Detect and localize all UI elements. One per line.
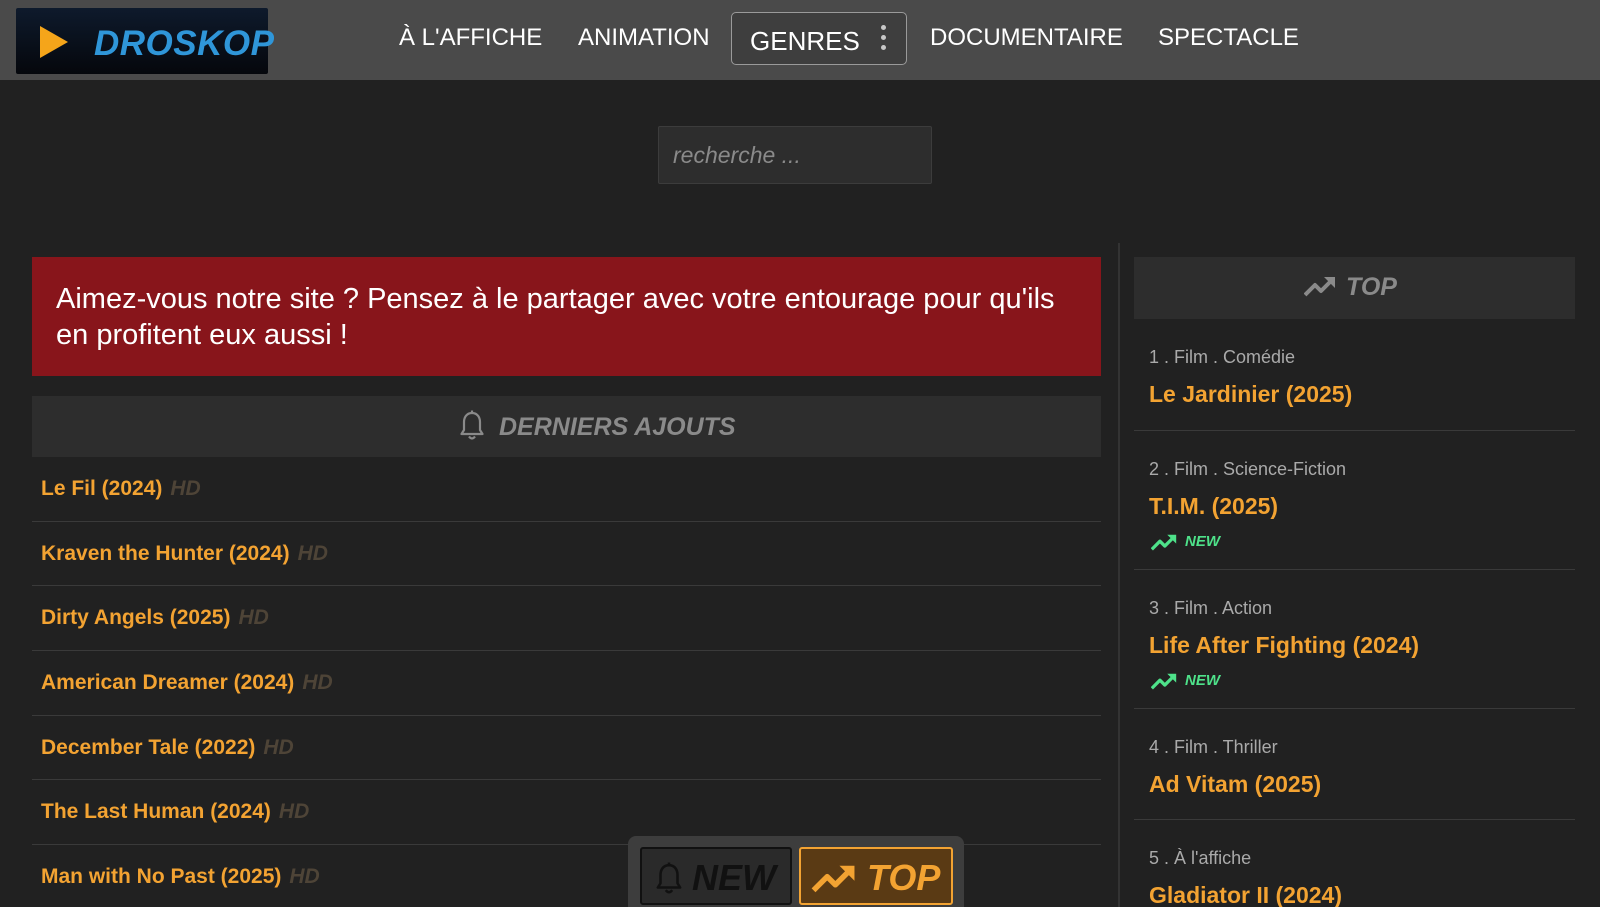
nav-a-laffiche[interactable]: À L'AFFICHE: [399, 24, 542, 52]
top-item-title[interactable]: Ad Vitam (2025): [1149, 771, 1321, 798]
hd-badge: HD: [302, 671, 333, 695]
share-banner: Aimez-vous notre site ? Pensez à le part…: [32, 257, 1101, 376]
new-badge: NEW: [1150, 672, 1220, 690]
nav-documentaire[interactable]: DOCUMENTAIRE: [930, 24, 1123, 52]
column-divider: [1118, 243, 1120, 907]
list-item[interactable]: Dirty Angels (2025) HD: [32, 586, 1101, 652]
search-input[interactable]: [658, 126, 932, 184]
nav-genres-label: GENRES: [750, 26, 860, 56]
nav-genres-dropdown[interactable]: GENRES: [731, 12, 907, 65]
bell-icon: [460, 410, 484, 440]
list-item[interactable]: Kraven the Hunter (2024) HD: [32, 522, 1101, 587]
main-nav: À L'AFFICHE ANIMATION GENRES DOCUMENTAIR…: [0, 0, 1600, 80]
hd-badge: HD: [263, 735, 294, 759]
movie-title[interactable]: Kraven the Hunter (2024): [41, 542, 290, 565]
hd-badge: HD: [297, 541, 328, 565]
list-item[interactable]: Le Fil (2024) HD: [32, 457, 1101, 522]
list-item[interactable]: American Dreamer (2024) HD: [32, 651, 1101, 716]
movie-title[interactable]: American Dreamer (2024): [41, 671, 294, 694]
hd-badge: HD: [278, 800, 310, 824]
trending-up-icon: [1150, 673, 1177, 690]
top-button[interactable]: TOP: [799, 847, 953, 905]
top-header: TOP: [1134, 257, 1575, 319]
nav-spectacle[interactable]: SPECTACLE: [1158, 24, 1299, 52]
trending-up-icon: [1304, 277, 1335, 297]
top-list: 1 . Film . Comédie Le Jardinier (2025) 2…: [1134, 319, 1575, 907]
top-item-meta: 2 . Film . Science-Fiction: [1149, 459, 1347, 479]
top-list-item[interactable]: 1 . Film . Comédie Le Jardinier (2025): [1134, 319, 1575, 431]
top-item-meta: 5 . À l'affiche: [1149, 848, 1252, 868]
movie-title[interactable]: Man with No Past (2025): [41, 865, 281, 888]
top-button-label: TOP: [867, 857, 941, 898]
list-item[interactable]: December Tale (2022) HD: [32, 716, 1101, 781]
top-item-title[interactable]: T.I.M. (2025): [1149, 493, 1278, 520]
hd-badge: HD: [170, 477, 201, 500]
new-label: NEW: [1185, 533, 1220, 550]
top-list-item[interactable]: 5 . À l'affiche Gladiator II (2024): [1134, 820, 1575, 907]
top-item-meta: 4 . Film . Thriller: [1149, 737, 1278, 757]
new-button-label: NEW: [692, 857, 776, 898]
new-button[interactable]: NEW: [640, 847, 792, 905]
top-list-item[interactable]: 3 . Film . Action Life After Fighting (2…: [1134, 570, 1575, 709]
trending-up-icon: [1150, 534, 1177, 551]
movie-title[interactable]: The Last Human (2024): [41, 800, 271, 823]
top-list-item[interactable]: 4 . Film . Thriller Ad Vitam (2025): [1134, 709, 1575, 820]
movie-title[interactable]: Dirty Angels (2025): [41, 606, 230, 629]
more-vertical-icon: [881, 25, 887, 55]
top-item-title[interactable]: Gladiator II (2024): [1149, 882, 1342, 907]
latest-header: DERNIERS AJOUTS: [32, 396, 1101, 457]
site-header: DROSKOP À L'AFFICHE ANIMATION GENRES DOC…: [0, 0, 1600, 80]
top-item-meta: 3 . Film . Action: [1149, 598, 1273, 618]
nav-animation[interactable]: ANIMATION: [578, 24, 710, 52]
top-title: TOP: [1346, 273, 1397, 301]
hd-badge: HD: [238, 606, 269, 630]
movie-title[interactable]: December Tale (2022): [41, 736, 255, 759]
top-item-title[interactable]: Life After Fighting (2024): [1149, 632, 1419, 659]
latest-title: DERNIERS AJOUTS: [499, 413, 736, 441]
bell-icon: [656, 862, 682, 894]
share-banner-text: Aimez-vous notre site ? Pensez à le part…: [56, 283, 1055, 351]
floating-nav-bar: NEW TOP: [628, 836, 964, 907]
top-list-item[interactable]: 2 . Film . Science-Fiction T.I.M. (2025)…: [1134, 431, 1575, 570]
top-item-title[interactable]: Le Jardinier (2025): [1149, 381, 1352, 408]
movie-title[interactable]: Le Fil (2024): [41, 477, 162, 500]
new-badge: NEW: [1150, 533, 1220, 551]
top-item-meta: 1 . Film . Comédie: [1149, 347, 1296, 367]
trending-up-icon: [811, 865, 855, 893]
hd-badge: HD: [289, 865, 320, 889]
new-label: NEW: [1185, 672, 1220, 689]
